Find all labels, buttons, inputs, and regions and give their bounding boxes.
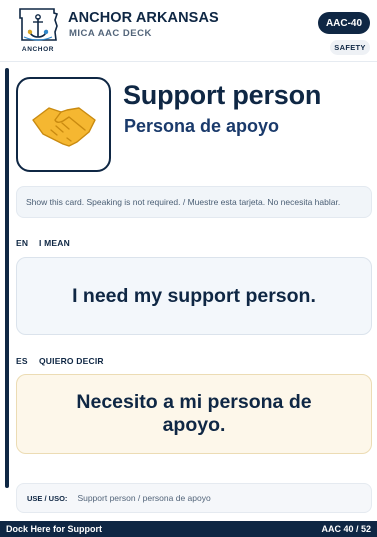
spanish-language-code: ES [16,356,28,366]
card-title-spanish: Persona de apoyo [124,116,280,136]
card-footer: Dock Here for Support AAC 40 / 52 [0,521,377,537]
handshake-icon [31,106,96,147]
left-accent-rule [5,68,9,488]
category-badge: SAFETY [330,40,370,55]
logo-wordmark: ANCHOR [22,46,54,53]
symbol-tile [16,77,111,172]
footer-card-counter: AAC 40 / 52 [321,524,371,534]
brand-title: ANCHOR ARKANSAS [68,10,219,26]
card-title-english: Support person [123,80,322,110]
english-phrase-panel: I need my support person. [16,257,372,335]
brand-subtitle: MICA AAC DECK [69,28,152,39]
english-language-code: EN [16,238,29,248]
spanish-phrase-panel: Necesito a mi persona de apoyo. [16,374,372,454]
usage-label: USE / USO: [27,493,68,503]
card-code-badge: AAC-40 [318,12,370,34]
usage-strip: USE / USO: Support person / persona de a… [16,483,372,513]
spanish-section-label: ES QUIERO DECIR [16,356,104,366]
instruction-note: Show this card. Speaking is not required… [16,186,372,218]
usage-text: Support person / persona de apoyo [77,493,211,503]
footer-dock-text: Dock Here for Support [6,524,103,534]
spanish-phrase-heading: QUIERO DECIR [39,356,104,366]
anchor-arkansas-logo: ANCHOR [15,6,61,56]
english-section-label: EN I MEAN [16,238,70,248]
english-phrase-heading: I MEAN [39,238,70,248]
arkansas-anchor-logo-icon: ANCHOR [19,8,59,53]
card-header: ANCHOR ANCHOR ARKANSAS MICA AAC DECK AAC… [0,0,377,62]
